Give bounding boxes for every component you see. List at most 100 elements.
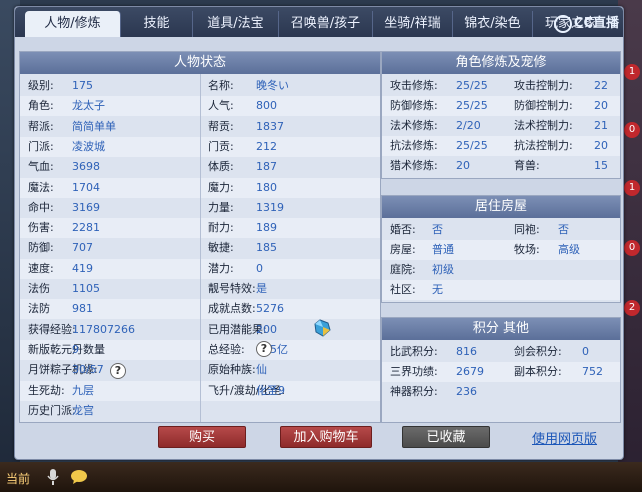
chat-icon[interactable] bbox=[70, 469, 88, 485]
notification-badge: 0 bbox=[624, 122, 640, 138]
stat-label: 气血: bbox=[28, 160, 54, 174]
stat-value: 15 bbox=[594, 159, 608, 172]
stat-value: 否 bbox=[432, 223, 443, 236]
stat-value: 212 bbox=[256, 139, 277, 153]
stat-value: 752 bbox=[582, 365, 603, 378]
stat-label: 人气: bbox=[208, 99, 234, 113]
stat-value: 20 bbox=[594, 139, 608, 152]
stat-value: 3169 bbox=[72, 200, 100, 214]
stat-value: 981 bbox=[72, 302, 93, 316]
stat-value: 是 bbox=[256, 282, 267, 295]
stat-label: 帮贡: bbox=[208, 119, 234, 133]
bottom-bar: 当前 bbox=[0, 462, 642, 492]
favorited-button[interactable]: 已收藏 bbox=[402, 426, 490, 448]
stat-value: 117807266 bbox=[72, 322, 135, 336]
stat-label: 靓号特效: bbox=[208, 282, 256, 295]
stat-value: 初级 bbox=[432, 263, 454, 276]
stat-label: 庭院: bbox=[390, 263, 416, 276]
stat-value: 1319 bbox=[256, 200, 284, 214]
stat-value: 1704 bbox=[72, 180, 100, 194]
mic-icon[interactable] bbox=[46, 468, 60, 486]
stat-label: 耐力: bbox=[208, 221, 234, 235]
stat-label: 角色: bbox=[28, 99, 54, 113]
stat-value: 2679 bbox=[456, 365, 484, 378]
cultivation-section: 角色修炼及宠修 攻击修炼: 25/25 攻击控制力: 22 防御修炼: 25/25 防御控制… bbox=[381, 51, 621, 179]
stat-label: 攻击修炼: bbox=[390, 79, 438, 92]
tab-character[interactable]: 人物/修炼 bbox=[25, 11, 121, 37]
stat-value: 九层 bbox=[72, 383, 94, 397]
row-background bbox=[382, 240, 620, 260]
stat-label: 神器积分: bbox=[390, 385, 438, 398]
row-background bbox=[382, 220, 620, 240]
stat-label: 法防 bbox=[28, 302, 50, 316]
stat-label: 总经验: bbox=[208, 342, 245, 356]
stat-label: 体质: bbox=[208, 160, 234, 174]
stat-value: 21 bbox=[594, 119, 608, 132]
stat-label: 生死劫: bbox=[28, 383, 65, 397]
char-status-title: 人物状态 bbox=[20, 52, 380, 74]
stat-value: 185 bbox=[256, 241, 277, 255]
stat-value: 化圣9 bbox=[256, 383, 285, 397]
tab-skills[interactable]: 技能 bbox=[121, 11, 193, 37]
stat-label: 抗法控制力: bbox=[514, 139, 573, 152]
stat-value: 707 bbox=[72, 241, 93, 255]
stat-label: 防御: bbox=[28, 241, 54, 255]
stat-value: 1105 bbox=[72, 282, 100, 295]
tab-outfits[interactable]: 锦衣/染色 bbox=[453, 11, 533, 37]
stat-value: 无 bbox=[432, 283, 443, 296]
row-background bbox=[382, 260, 620, 280]
current-channel-label[interactable]: 当前 bbox=[6, 470, 30, 487]
cc-logo: CC直播 bbox=[553, 13, 619, 35]
stat-label: 猎术修炼: bbox=[390, 159, 438, 172]
stat-label: 三界功绩: bbox=[390, 365, 438, 378]
tab-mounts[interactable]: 坐骑/祥瑞 bbox=[373, 11, 453, 37]
stat-value: 20 bbox=[456, 159, 470, 172]
notification-badge: 1 bbox=[624, 180, 640, 196]
stat-value: 20 bbox=[594, 99, 608, 112]
buy-button[interactable]: 购买 bbox=[158, 426, 246, 448]
cultivation-title: 角色修炼及宠修 bbox=[382, 52, 620, 74]
stat-label: 帮派: bbox=[28, 119, 54, 133]
tab-pets[interactable]: 召唤兽/孩子 bbox=[279, 11, 373, 37]
help-icon[interactable]: ? bbox=[110, 363, 126, 379]
stat-value: 800 bbox=[256, 99, 277, 113]
add-to-cart-button[interactable]: 加入购物车 bbox=[280, 426, 372, 448]
stat-label: 育兽: bbox=[514, 159, 540, 172]
stat-label: 牧场: bbox=[514, 243, 540, 256]
stat-value: 2281 bbox=[72, 221, 100, 235]
stat-value: 25/25 bbox=[456, 99, 488, 112]
stat-label: 法伤 bbox=[28, 282, 50, 295]
points-title: 积分 其他 bbox=[382, 318, 620, 340]
stat-value: 180 bbox=[256, 180, 277, 194]
tab-bar: 人物/修炼 技能 道具/法宝 召唤兽/孩子 坐骑/祥瑞 锦衣/染色 玩家之家 C… bbox=[15, 7, 623, 37]
stat-label: 潜力: bbox=[208, 261, 234, 275]
stat-value: 否 bbox=[558, 223, 569, 236]
gem-icon bbox=[314, 319, 331, 337]
stat-label: 法术控制力: bbox=[514, 119, 573, 132]
stat-label: 比武积分: bbox=[390, 345, 438, 358]
stat-value: 9 bbox=[72, 342, 79, 356]
stat-value: 龙宫 bbox=[72, 403, 94, 417]
stat-value: 419 bbox=[72, 261, 93, 275]
stat-value: 3698 bbox=[72, 160, 100, 174]
stat-label: 门派: bbox=[28, 139, 54, 153]
web-version-link[interactable]: 使用网页版 bbox=[532, 428, 597, 447]
stat-label: 历史门派: bbox=[28, 403, 76, 417]
stat-value: 5276 bbox=[256, 302, 284, 316]
stat-value: 200 bbox=[256, 322, 277, 336]
points-section: 积分 其他 比武积分: 816 剑会积分: 0 三界功绩: 2679 副本积分: 752 神器积… bbox=[381, 317, 621, 423]
cc-circle-icon bbox=[553, 14, 572, 33]
logo-text: CC直播 bbox=[573, 16, 619, 31]
notification-badge: 2 bbox=[624, 300, 640, 316]
stat-label: 同袍: bbox=[514, 223, 540, 236]
help-icon[interactable]: ? bbox=[256, 341, 272, 357]
stat-label: 抗法修炼: bbox=[390, 139, 438, 152]
stat-label: 防御控制力: bbox=[514, 99, 573, 112]
tab-items[interactable]: 道具/法宝 bbox=[193, 11, 279, 37]
stat-value: 高级 bbox=[558, 243, 580, 256]
stat-label: 敏捷: bbox=[208, 241, 234, 255]
stat-value: 0 bbox=[256, 261, 263, 275]
house-section: 居住房屋 婚否: 否 同袍: 否房屋: 普通 牧场: 高级 庭院: 初级 社区: 无 bbox=[381, 195, 621, 303]
stat-value: 25/25 bbox=[456, 139, 488, 152]
stat-label: 获得经验: bbox=[28, 322, 76, 336]
